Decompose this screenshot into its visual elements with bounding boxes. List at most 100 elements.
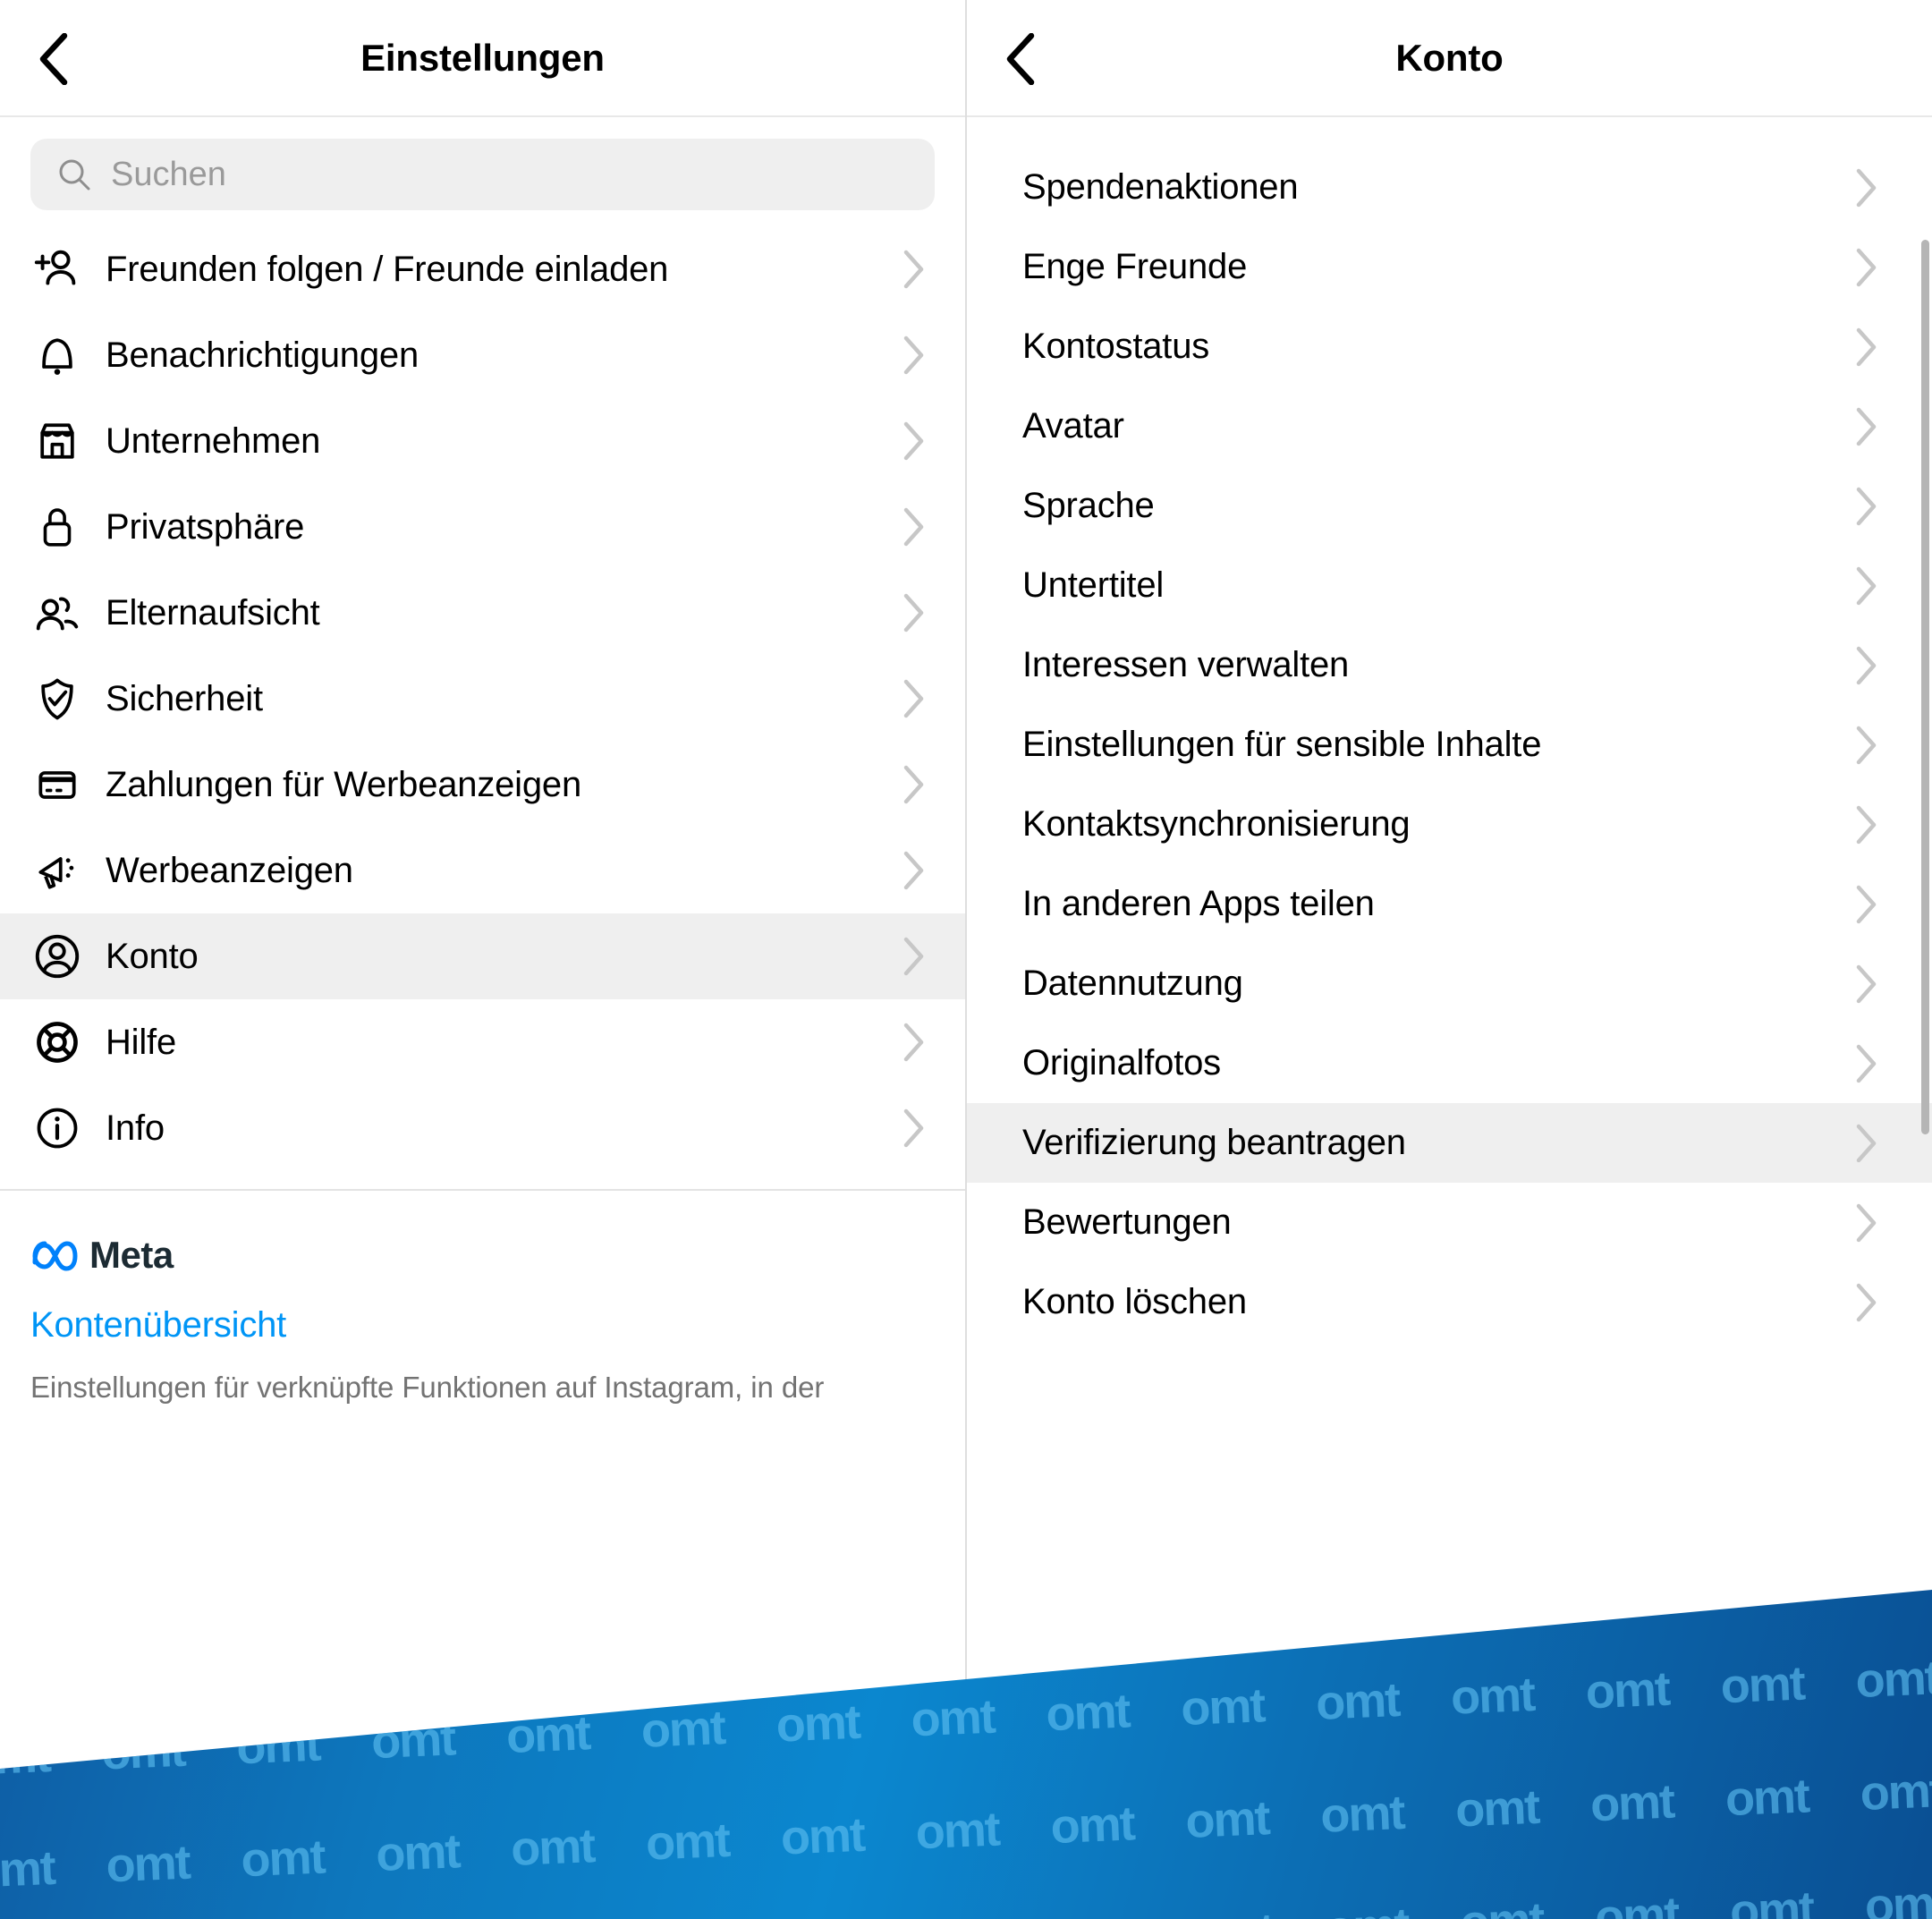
chevron-right-icon [903,250,924,289]
chevron-right-icon [1856,327,1877,366]
sidebar-item-label: Sicherheit [106,678,263,718]
profile-avatar-icon [843,1829,896,1881]
megaphone-icon [30,844,84,897]
settings-title: Einstellungen [360,36,605,79]
chevron-right-icon [1856,487,1877,525]
account-header: Konto [967,0,1932,117]
chevron-right-icon [1856,885,1877,923]
sidebar-item-privatsphaere[interactable]: Privatsphäre [0,484,965,570]
meta-brand-row: Meta [30,1234,935,1277]
account-item-untertitel[interactable]: Untertitel [967,546,1932,625]
account-circle-icon [30,930,84,983]
search-container: Suchen [0,117,965,226]
chevron-right-icon [903,1023,924,1062]
shield-check-icon [30,672,84,726]
account-item-label: Kontaktsynchronisierung [1022,804,1411,844]
chevron-right-icon [1856,1124,1877,1162]
meta-section: Meta Kontenübersicht Einstellungen für v… [0,1191,965,1406]
bottom-navigation-bar [0,1789,965,1919]
sidebar-item-zahlungen-werbeanzeigen[interactable]: Zahlungen für Werbeanzeigen [0,742,965,828]
sidebar-item-elternaufsicht[interactable]: Elternaufsicht [0,570,965,656]
chevron-left-icon [39,32,68,85]
settings-back-button[interactable] [13,0,93,117]
chevron-right-icon [903,851,924,890]
sidebar-item-label: Unternehmen [106,420,321,461]
chevron-right-icon [903,765,924,804]
reels-icon [467,1833,500,1878]
account-item-label: In anderen Apps teilen [1022,884,1375,923]
account-back-button[interactable] [979,0,1060,117]
meta-infinity-icon [32,1241,78,1271]
account-item-sprache[interactable]: Sprache [967,466,1932,546]
chevron-right-icon [1856,1203,1877,1242]
sidebar-item-label: Werbeanzeigen [106,850,353,890]
chevron-right-icon [1856,964,1877,1003]
sidebar-item-label: Benachrichtigungen [106,335,419,375]
lifebuoy-icon [30,1015,84,1069]
account-item-bewertungen[interactable]: Bewertungen [967,1183,1932,1262]
sidebar-item-sicherheit[interactable]: Sicherheit [0,656,965,742]
account-menu-list: Spendenaktionen Enge Freunde Kontostatus… [967,148,1932,1342]
account-item-originalfotos[interactable]: Originalfotos [967,1023,1932,1103]
sidebar-item-konto[interactable]: Konto [0,913,965,999]
chevron-right-icon [903,421,924,461]
search-icon [268,1832,312,1877]
nav-home-badge [89,1877,106,1893]
account-item-label: Originalfotos [1022,1043,1221,1083]
meta-description: Einstellungen für verknüpfte Funktionen … [30,1371,825,1404]
account-item-spendenaktionen[interactable]: Spendenaktionen [967,148,1932,227]
nav-profile-button[interactable] [774,1790,965,1919]
account-item-enge-freunde[interactable]: Enge Freunde [967,227,1932,307]
nav-search-button[interactable] [193,1790,386,1919]
account-item-avatar[interactable]: Avatar [967,386,1932,466]
chevron-right-icon [1856,168,1877,207]
sidebar-item-freunden-folgen[interactable]: Freunden folgen / Freunde einladen [0,226,965,312]
chevron-right-icon [1856,805,1877,844]
home-icon [73,1833,120,1878]
chevron-right-icon [903,507,924,547]
account-item-kontostatus[interactable]: Kontostatus [967,307,1932,386]
lock-icon [30,500,84,554]
sidebar-item-info[interactable]: Info [0,1085,965,1171]
account-item-in-anderen-apps-teilen[interactable]: In anderen Apps teilen [967,864,1932,944]
account-item-label: Untertitel [1022,565,1165,605]
nav-shop-button[interactable] [580,1790,774,1919]
sidebar-item-hilfe[interactable]: Hilfe [0,999,965,1085]
people-icon [30,586,84,640]
chevron-right-icon [903,937,924,976]
bell-icon [30,328,84,382]
account-panel: Konto Spendenaktionen Enge Freunde Konto… [967,0,1932,1919]
search-icon [59,159,90,191]
account-item-kontaktsynchronisierung[interactable]: Kontaktsynchronisierung [967,785,1932,864]
sidebar-item-unternehmen[interactable]: Unternehmen [0,398,965,484]
search-input[interactable]: Suchen [30,139,935,210]
account-item-konto-loeschen[interactable]: Konto löschen [967,1262,1932,1342]
account-item-label: Sprache [1022,486,1155,525]
account-item-datennutzung[interactable]: Datennutzung [967,944,1932,1023]
chevron-left-icon [1006,32,1035,85]
sidebar-item-benachrichtigungen[interactable]: Benachrichtigungen [0,312,965,398]
account-scrollbar[interactable] [1921,240,1929,1134]
sidebar-item-label: Hilfe [106,1022,177,1062]
account-item-verifizierung-beantragen[interactable]: Verifizierung beantragen [967,1103,1932,1183]
sidebar-item-werbeanzeigen[interactable]: Werbeanzeigen [0,828,965,913]
account-item-sensible-inhalte[interactable]: Einstellungen für sensible Inhalte [967,705,1932,785]
account-item-label: Interessen verwalten [1022,645,1350,684]
account-item-interessen-verwalten[interactable]: Interessen verwalten [967,625,1932,705]
chevron-right-icon [903,1108,924,1148]
account-item-label: Enge Freunde [1022,247,1248,286]
account-item-label: Konto löschen [1022,1282,1247,1321]
account-item-label: Spendenaktionen [1022,167,1299,207]
account-title: Konto [1395,36,1504,79]
nav-home-button[interactable] [0,1790,193,1919]
person-add-icon [30,242,84,296]
sidebar-item-label: Freunden folgen / Freunde einladen [106,249,669,289]
sidebar-item-label: Zahlungen für Werbeanzeigen [106,764,582,804]
sidebar-item-label: Elternaufsicht [106,592,320,633]
chevron-right-icon [1856,1283,1877,1321]
chevron-right-icon [1856,407,1877,446]
settings-panel: Einstellungen Suchen Freunden folgen / F… [0,0,967,1919]
kontenuebersicht-link[interactable]: Kontenübersicht [30,1305,935,1346]
nav-reels-button[interactable] [386,1790,580,1919]
account-item-label: Verifizierung beantragen [1022,1123,1406,1162]
